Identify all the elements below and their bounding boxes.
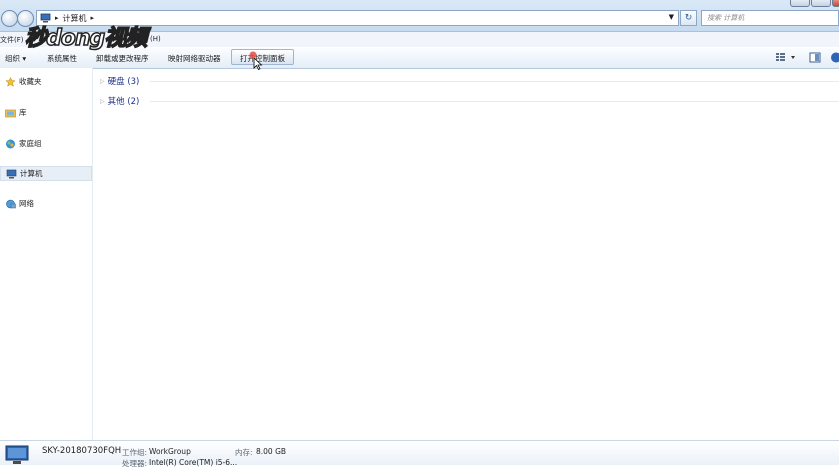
close-button[interactable] bbox=[832, 0, 839, 7]
sidebar-item-homegroup[interactable]: 家庭组 bbox=[0, 136, 92, 151]
view-options-icon[interactable] bbox=[775, 52, 797, 62]
star-icon bbox=[5, 76, 16, 87]
group-label: 硬盘 (3) bbox=[107, 77, 140, 87]
chevron-down-icon[interactable]: ▼ bbox=[669, 13, 674, 21]
menu-file[interactable]: 文件(F) bbox=[0, 35, 24, 45]
group-divider bbox=[150, 81, 839, 82]
refresh-button[interactable]: ↻ bbox=[680, 10, 697, 26]
menu-help[interactable]: (H) bbox=[150, 35, 161, 43]
sidebar-item-network[interactable]: 网络 bbox=[0, 196, 92, 211]
maximize-button[interactable] bbox=[811, 0, 831, 7]
search-input[interactable]: 搜索 计算机 bbox=[701, 10, 839, 26]
sidebar-item-label: 网络 bbox=[19, 199, 34, 208]
sidebar-item-favorites[interactable]: 收藏夹 bbox=[0, 74, 92, 89]
computer-name: SKY-20180730FQH bbox=[42, 446, 122, 456]
processor-value: Intel(R) Core(TM) i5-6... bbox=[149, 458, 238, 467]
group-other[interactable]: ▷ 其他 (2) bbox=[100, 95, 139, 107]
network-icon bbox=[6, 199, 16, 208]
sidebar-item-label: 计算机 bbox=[20, 169, 43, 178]
organize-button[interactable]: 组织 ▾ bbox=[5, 53, 26, 64]
memory-label: 内存: bbox=[235, 448, 253, 457]
watermark-logo: 秒dong视频 bbox=[24, 25, 148, 52]
computer-large-icon bbox=[5, 445, 29, 464]
group-hard-disks[interactable]: ▷ 硬盘 (3) bbox=[100, 75, 139, 87]
expand-arrow-icon[interactable]: ▷ bbox=[100, 78, 105, 85]
preview-pane-icon[interactable] bbox=[809, 52, 821, 63]
minimize-button[interactable] bbox=[790, 0, 810, 7]
sidebar-item-computer[interactable]: 计算机 bbox=[0, 166, 92, 181]
system-properties-button[interactable]: 系统属性 bbox=[47, 53, 77, 64]
memory-value: 8.00 GB bbox=[256, 447, 287, 456]
map-network-drive-button[interactable]: 映射网络驱动器 bbox=[168, 53, 221, 64]
group-divider bbox=[150, 101, 839, 102]
library-icon bbox=[5, 109, 16, 117]
computer-icon bbox=[6, 169, 17, 178]
uninstall-program-button[interactable]: 卸载或更改程序 bbox=[96, 53, 149, 64]
workgroup-value: WorkGroup bbox=[149, 447, 191, 456]
sidebar-item-label: 家庭组 bbox=[19, 139, 42, 148]
click-indicator-icon bbox=[249, 51, 257, 59]
expand-arrow-icon[interactable]: ▷ bbox=[100, 98, 105, 105]
workgroup-label: 工作组: bbox=[122, 448, 148, 457]
homegroup-icon bbox=[6, 139, 15, 148]
group-label: 其他 (2) bbox=[107, 97, 140, 107]
sidebar-item-label: 库 bbox=[19, 108, 27, 117]
back-button[interactable] bbox=[1, 10, 18, 27]
help-icon[interactable] bbox=[830, 52, 839, 63]
sidebar-item-libraries[interactable]: 库 bbox=[0, 105, 92, 120]
sidebar-item-label: 收藏夹 bbox=[19, 77, 42, 86]
navigation-pane bbox=[0, 68, 93, 440]
